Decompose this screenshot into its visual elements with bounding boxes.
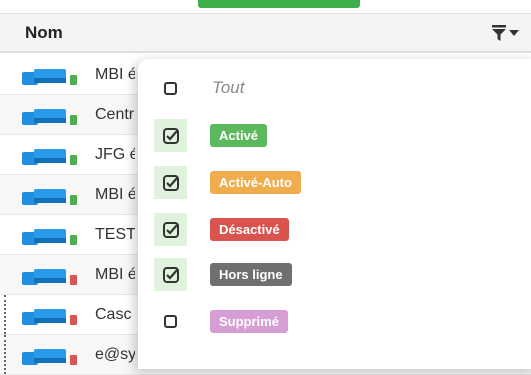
checkbox-checked[interactable] xyxy=(154,258,187,291)
column-title-nom[interactable]: Nom xyxy=(25,23,63,43)
filter-option[interactable]: Désactivé xyxy=(138,210,531,248)
status-badge: Activé xyxy=(210,124,268,147)
status-indicator xyxy=(70,195,77,205)
checkbox-checked-icon xyxy=(162,221,179,238)
device-name: Centr xyxy=(95,106,135,123)
device-icon xyxy=(22,149,66,165)
device-name: MBI é xyxy=(95,186,135,203)
filter-option-label: Tout xyxy=(212,78,245,97)
device-name: e@sy xyxy=(95,346,135,363)
filter-icon xyxy=(491,25,506,41)
checkbox[interactable] xyxy=(154,72,187,105)
device-icon xyxy=(22,109,66,125)
status-indicator xyxy=(70,75,77,85)
checkbox-checked-icon xyxy=(162,266,179,283)
status-indicator xyxy=(70,115,77,125)
checkbox-checked-icon xyxy=(162,127,179,144)
filter-option[interactable]: Supprimé xyxy=(138,302,531,340)
status-badge: Activé-Auto xyxy=(210,171,301,194)
device-icon xyxy=(22,189,66,205)
device-name: JFG é xyxy=(95,146,135,163)
status-badge: Hors ligne xyxy=(210,263,292,286)
device-name: MBI é xyxy=(95,266,135,283)
filter-option[interactable]: Activé xyxy=(138,116,531,154)
device-icon xyxy=(22,69,66,85)
device-name: Casc xyxy=(95,306,132,323)
row-marker xyxy=(4,295,6,334)
status-indicator xyxy=(70,275,77,285)
filter-option[interactable]: Hors ligne xyxy=(138,255,531,293)
top-accent-bar xyxy=(198,0,360,8)
status-indicator xyxy=(70,315,77,325)
status-indicator xyxy=(70,155,77,165)
device-icon xyxy=(22,349,66,365)
device-name: TEST xyxy=(95,226,135,243)
status-indicator xyxy=(70,355,77,365)
row-marker xyxy=(4,335,6,374)
table-header: Nom xyxy=(0,13,531,53)
status-indicator xyxy=(70,235,77,245)
status-filter-dropdown: Tout Activé Activé-Auto Désactivé Hors l… xyxy=(138,59,531,369)
chevron-down-icon xyxy=(508,30,519,36)
device-icon xyxy=(22,309,66,325)
filter-option[interactable]: Activé-Auto xyxy=(138,163,531,201)
device-icon xyxy=(22,229,66,245)
checkbox-checked-icon xyxy=(162,174,179,191)
checkbox-checked[interactable] xyxy=(154,119,187,152)
device-name: MBI é xyxy=(95,66,135,83)
checkbox-checked[interactable] xyxy=(154,166,187,199)
checkbox-checked[interactable] xyxy=(154,213,187,246)
filter-button[interactable] xyxy=(485,21,525,45)
filter-option-all[interactable]: Tout xyxy=(138,69,531,107)
checkbox[interactable] xyxy=(154,305,187,338)
device-icon xyxy=(22,269,66,285)
status-badge: Supprimé xyxy=(210,310,288,333)
status-badge: Désactivé xyxy=(210,218,289,241)
